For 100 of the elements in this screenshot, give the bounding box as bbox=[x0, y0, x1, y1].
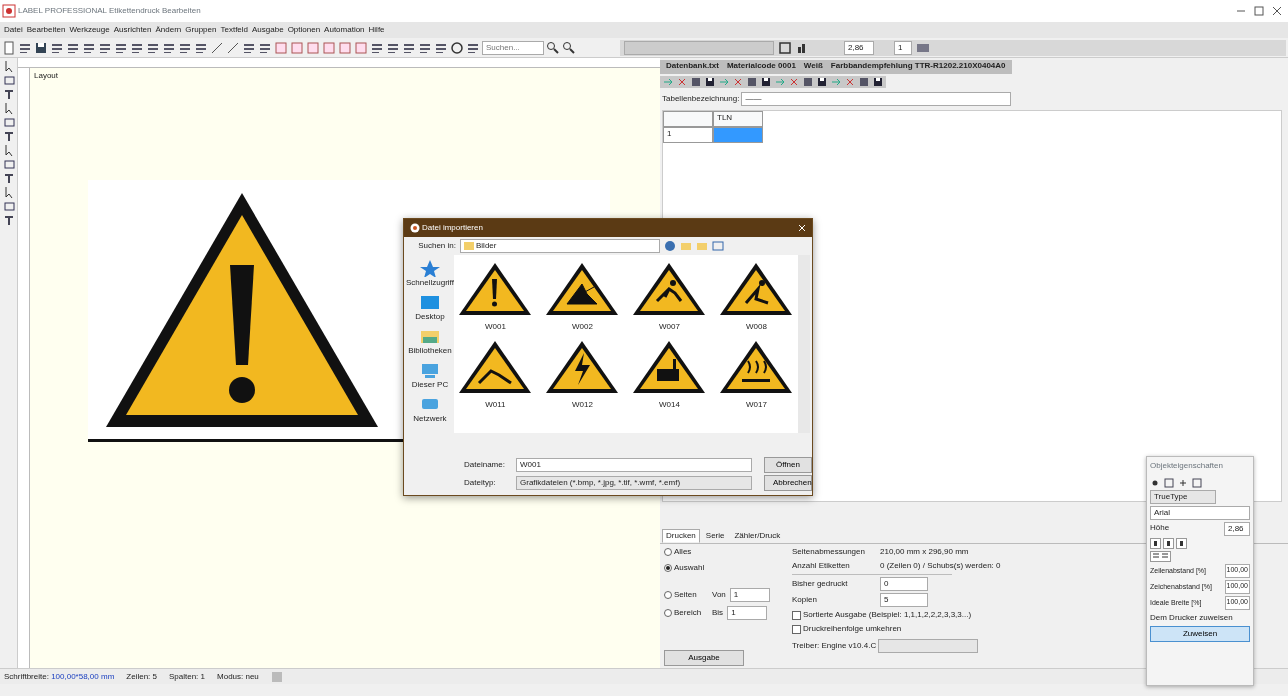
radio-option[interactable]: Alles bbox=[664, 546, 784, 558]
file-item[interactable]: W012 bbox=[547, 337, 618, 411]
info-tab[interactable]: Datenbank.txt bbox=[666, 60, 719, 74]
delete-icon[interactable] bbox=[732, 76, 744, 88]
tab[interactable]: Zähler/Druck bbox=[730, 529, 785, 543]
field-label: Dateityp: bbox=[464, 477, 497, 489]
radio-option[interactable]: Seiten bbox=[664, 589, 708, 601]
menu-item[interactable]: Textfeld bbox=[220, 24, 249, 36]
rectangle-icon[interactable] bbox=[2, 200, 15, 212]
place-item[interactable]: Dieser PC bbox=[411, 361, 449, 391]
column-header[interactable]: TLN bbox=[713, 111, 763, 127]
text-tool-icon[interactable] bbox=[2, 172, 15, 184]
menu-item[interactable]: Werkzeuge bbox=[69, 24, 110, 36]
tab[interactable]: Serie bbox=[701, 529, 729, 543]
cancel-button[interactable]: Abbrechen bbox=[764, 475, 812, 491]
assign-link[interactable]: Dem Drucker zuweisen bbox=[1150, 612, 1250, 624]
menu-item[interactable]: Ausrichten bbox=[113, 24, 152, 36]
line-icon[interactable] bbox=[210, 40, 224, 55]
place-item[interactable]: Bibliotheken bbox=[408, 327, 452, 357]
field-label: Kopien bbox=[792, 594, 818, 606]
file-item[interactable]: W001 bbox=[460, 259, 531, 333]
field-label: Höhe bbox=[1150, 522, 1170, 534]
radio-option[interactable]: Auswahl bbox=[664, 562, 784, 574]
page-field[interactable]: 1 bbox=[894, 40, 912, 55]
menu-item[interactable]: Bearbeiten bbox=[26, 24, 66, 36]
file-type-dropdown[interactable]: Grafikdateien (*.bmp, *.jpg, *.tif, *.wmf, *.emf) bbox=[516, 476, 752, 490]
rectangle-icon[interactable] bbox=[2, 74, 15, 86]
file-item[interactable]: W002 bbox=[547, 259, 618, 333]
text-tool-icon[interactable] bbox=[2, 130, 15, 142]
status-item: Schriftbreite: 100,00*58,00 mm bbox=[4, 670, 115, 683]
info-label: Anzahl Etiketten bbox=[792, 560, 851, 572]
file-item[interactable]: W008 bbox=[721, 259, 792, 333]
file-item[interactable]: W007 bbox=[634, 259, 705, 333]
menu-item[interactable]: Ausgabe bbox=[252, 24, 284, 36]
table-name-field[interactable]: —— bbox=[741, 92, 1012, 106]
place-item[interactable]: Netzwerk bbox=[413, 395, 447, 425]
printed-count-field[interactable]: 0 bbox=[880, 577, 928, 591]
file-item[interactable]: W014 bbox=[634, 337, 705, 411]
to-field[interactable]: 1 bbox=[727, 606, 768, 620]
dialog-title: Datei importieren bbox=[422, 222, 483, 234]
menu-item[interactable]: Hilfe bbox=[368, 24, 385, 36]
driver-field[interactable] bbox=[878, 639, 979, 653]
open-button[interactable]: Öffnen bbox=[764, 457, 812, 473]
font-type-dropdown[interactable]: TrueType bbox=[1150, 490, 1216, 504]
info-tab[interactable]: Materialcode 0001 bbox=[726, 60, 796, 74]
view-menu-icon[interactable] bbox=[712, 240, 724, 252]
status-item: Spalten: 1 bbox=[169, 670, 205, 683]
save-icon[interactable] bbox=[816, 76, 828, 88]
output-button[interactable]: Ausgabe bbox=[664, 650, 744, 666]
info-tab[interactable]: Farbbandempfehlung TTR-R1202.210X0404A0 bbox=[830, 60, 1006, 74]
file-name-field[interactable]: W001 bbox=[516, 458, 752, 472]
height-field[interactable]: 2,86 bbox=[1224, 522, 1250, 536]
delete-icon[interactable] bbox=[676, 76, 688, 88]
file-item[interactable]: W011 bbox=[460, 337, 531, 411]
from-field[interactable]: 1 bbox=[729, 588, 770, 602]
text-tool-icon[interactable] bbox=[2, 88, 15, 100]
place-item[interactable]: Desktop bbox=[415, 293, 445, 323]
save-icon[interactable] bbox=[704, 76, 716, 88]
copies-field[interactable]: 5 bbox=[880, 593, 928, 607]
frame-icon[interactable] bbox=[1164, 478, 1174, 488]
text-tool-icon[interactable] bbox=[2, 214, 15, 226]
status-item: Zeilen: 5 bbox=[126, 670, 157, 683]
zoom-out-icon[interactable] bbox=[562, 40, 576, 55]
save-icon[interactable] bbox=[872, 76, 884, 88]
delete-icon[interactable] bbox=[844, 76, 856, 88]
menu-item[interactable]: Optionen bbox=[287, 24, 321, 36]
size-field[interactable]: 2,86 bbox=[844, 40, 874, 55]
maximize-icon[interactable] bbox=[1254, 6, 1264, 16]
plus-icon[interactable] bbox=[1178, 478, 1188, 488]
radio-option[interactable]: Bereich bbox=[664, 607, 708, 619]
circle-icon[interactable] bbox=[450, 40, 464, 55]
place-item[interactable]: Schnellzugriff bbox=[406, 259, 454, 289]
menu-item[interactable]: Ändern bbox=[155, 24, 182, 36]
dot-icon[interactable] bbox=[1150, 478, 1160, 488]
save-icon[interactable] bbox=[34, 40, 48, 55]
info-value: 0 (Zeilen 0) / Schubs(s) werden: 0 bbox=[880, 560, 1001, 572]
tab[interactable]: Drucken bbox=[662, 529, 700, 543]
font-dropdown[interactable]: Arial bbox=[1150, 506, 1250, 520]
assign-button[interactable]: Zuweisen bbox=[1150, 626, 1250, 642]
window-title: LABEL PROFESSIONAL Etikettendruck Bearbeiten bbox=[18, 5, 201, 17]
file-item[interactable]: W017 bbox=[721, 337, 792, 411]
info-tab[interactable]: Weiß bbox=[803, 60, 823, 74]
close-icon[interactable] bbox=[1272, 6, 1282, 16]
menu-item[interactable]: Automation bbox=[324, 24, 365, 36]
menu-item[interactable]: Datei bbox=[4, 24, 23, 36]
menu-item[interactable]: Gruppen bbox=[185, 24, 217, 36]
rectangle-icon[interactable] bbox=[2, 116, 15, 128]
table-cell[interactable] bbox=[713, 127, 763, 143]
zoom-in-icon[interactable] bbox=[546, 40, 560, 55]
status-item: Modus: neu bbox=[217, 670, 259, 683]
dialog-logo-icon bbox=[410, 223, 420, 233]
line-icon[interactable] bbox=[226, 40, 240, 55]
delete-icon[interactable] bbox=[788, 76, 800, 88]
save-icon[interactable] bbox=[760, 76, 772, 88]
field-label: Dateiname: bbox=[464, 459, 506, 471]
rectangle-icon[interactable] bbox=[2, 158, 15, 170]
folder-dropdown[interactable]: Bilder bbox=[460, 239, 660, 253]
panel-title: Objekteigenschaften bbox=[1150, 460, 1224, 472]
frame-icon[interactable] bbox=[778, 40, 792, 55]
search-field[interactable]: Suchen... bbox=[482, 40, 544, 55]
